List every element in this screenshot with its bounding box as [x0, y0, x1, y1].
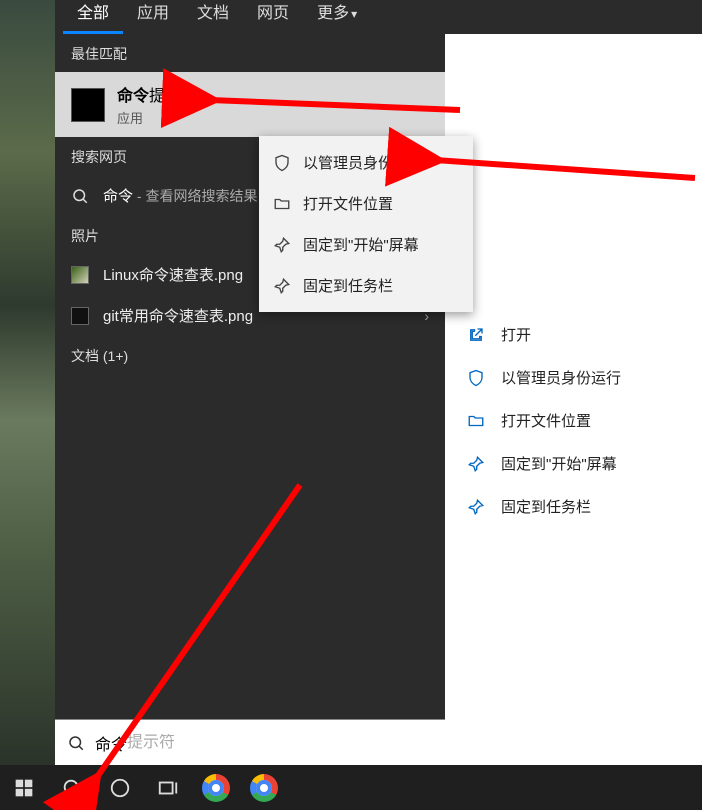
search-icon	[71, 187, 89, 205]
desktop-wallpaper-strip	[0, 0, 55, 765]
chevron-down-icon: ▾	[351, 7, 357, 21]
cortana-button[interactable]	[96, 765, 144, 810]
tab-documents[interactable]: 文档	[183, 0, 243, 34]
pin-icon	[467, 455, 485, 473]
taskbar-app-chrome-1[interactable]	[192, 765, 240, 810]
cmd-icon	[71, 88, 105, 122]
action-pin-taskbar[interactable]: 固定到任务栏	[467, 496, 621, 517]
chrome-icon	[250, 774, 278, 802]
best-match-subtitle: 应用	[117, 108, 197, 127]
action-run-as-admin[interactable]: 以管理员身份运行	[467, 367, 621, 388]
pin-icon	[467, 498, 485, 516]
task-view-icon	[157, 777, 179, 799]
ctx-pin-taskbar[interactable]: 固定到任务栏	[259, 265, 473, 306]
ctx-run-as-admin[interactable]: 以管理员身份运行	[259, 142, 473, 183]
action-open-location[interactable]: 打开文件位置	[467, 410, 621, 431]
search-input[interactable]	[127, 734, 433, 752]
tab-all[interactable]: 全部	[63, 0, 123, 34]
best-match-item[interactable]: 命令提示符 应用	[55, 72, 445, 137]
ctx-pin-start[interactable]: 固定到"开始"屏幕	[259, 224, 473, 265]
ctx-open-location[interactable]: 打开文件位置	[259, 183, 473, 224]
windows-search-pane: 全部 应用 文档 网页 更多▾ 最佳匹配 命令提示符 应用 搜索网页 命令 - …	[55, 0, 702, 765]
preview-actions: 打开 以管理员身份运行 打开文件位置 固定到"开始"屏幕 固定到任务栏	[467, 324, 621, 517]
folder-icon	[273, 195, 291, 213]
action-open[interactable]: 打开	[467, 324, 621, 345]
start-button[interactable]	[0, 765, 48, 810]
taskbar-app-chrome-2[interactable]	[240, 765, 288, 810]
tab-more[interactable]: 更多▾	[303, 0, 371, 34]
taskbar-search-button[interactable]	[48, 765, 96, 810]
image-thumbnail-icon	[71, 266, 89, 284]
tab-web[interactable]: 网页	[243, 0, 303, 34]
search-icon	[67, 734, 85, 752]
chrome-icon	[202, 774, 230, 802]
context-menu: 以管理员身份运行 打开文件位置 固定到"开始"屏幕 固定到任务栏	[259, 136, 473, 312]
search-scope-tabs: 全部 应用 文档 网页 更多▾	[55, 0, 702, 34]
preview-column: 以管理员身份运行 打开文件位置 固定到"开始"屏幕 固定到任务栏	[445, 34, 702, 765]
best-match-title: 命令提示符	[117, 82, 197, 106]
shield-icon	[467, 369, 485, 387]
open-icon	[467, 326, 485, 344]
action-pin-start[interactable]: 固定到"开始"屏幕	[467, 453, 621, 474]
folder-icon	[467, 412, 485, 430]
search-typed-text: 命令	[95, 731, 127, 755]
windows-icon	[14, 778, 34, 798]
task-view-button[interactable]	[144, 765, 192, 810]
search-icon	[61, 777, 83, 799]
shield-icon	[273, 154, 291, 172]
search-input-row[interactable]: 命令	[55, 719, 445, 765]
taskbar	[0, 765, 702, 810]
pin-icon	[273, 236, 291, 254]
pin-icon	[273, 277, 291, 295]
image-thumbnail-icon	[71, 307, 89, 325]
cortana-icon	[109, 777, 131, 799]
section-documents: 文档 (1+)	[55, 336, 445, 374]
section-best-match: 最佳匹配	[55, 34, 445, 72]
tab-apps[interactable]: 应用	[123, 0, 183, 34]
